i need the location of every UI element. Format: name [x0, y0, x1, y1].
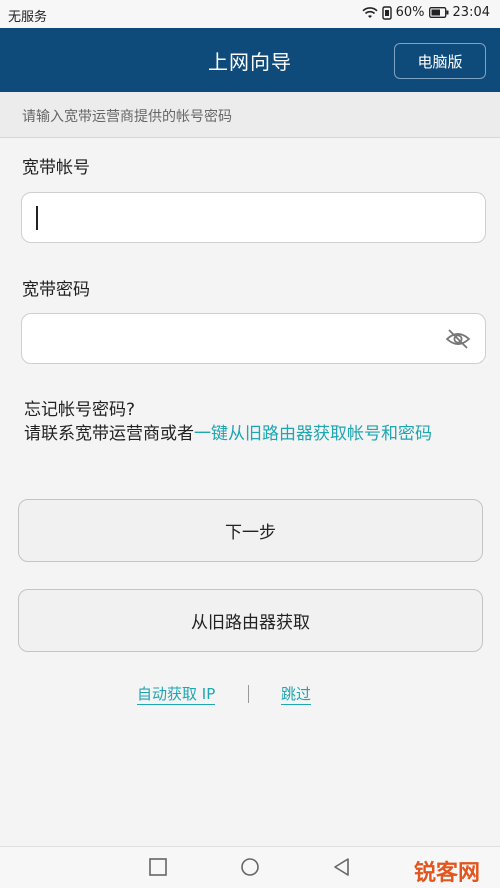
instruction-hint: 请输入宽带运营商提供的帐号密码	[0, 92, 500, 138]
recent-apps-icon[interactable]	[148, 857, 168, 877]
forgot-prefix: 请联系宽带运营商或者	[24, 424, 194, 444]
skip-link[interactable]: 跳过	[281, 683, 312, 705]
text-caret	[36, 206, 38, 230]
password-label: 宽带密码	[22, 280, 90, 300]
clock: 23:04	[452, 5, 490, 20]
password-field[interactable]	[21, 313, 486, 364]
back-icon[interactable]	[332, 857, 352, 877]
password-input[interactable]	[22, 314, 485, 363]
get-from-old-router-link[interactable]: 一键从旧路由器获取帐号和密码	[194, 424, 432, 444]
data-saver-icon	[381, 5, 392, 20]
status-icons: 60% 23:04	[362, 5, 490, 20]
next-step-button[interactable]: 下一步	[18, 499, 483, 562]
get-from-old-router-button[interactable]: 从旧路由器获取	[18, 589, 483, 652]
status-bar: 无服务 60% 23:04	[0, 0, 500, 28]
home-icon[interactable]	[240, 857, 260, 877]
auto-ip-link[interactable]: 自动获取 IP	[137, 683, 216, 705]
pc-version-button[interactable]: 电脑版	[394, 43, 486, 79]
link-divider	[248, 685, 249, 703]
battery-icon	[428, 7, 449, 18]
forgot-credentials-text: 忘记帐号密码? 请联系宽带运营商或者一键从旧路由器获取帐号和密码	[24, 398, 484, 446]
eye-hidden-icon[interactable]	[445, 327, 471, 351]
watermark-logo: 锐客网	[413, 861, 480, 886]
forgot-instruction: 请联系宽带运营商或者一键从旧路由器获取帐号和密码	[24, 422, 484, 446]
account-label: 宽带帐号	[22, 158, 90, 178]
forgot-title: 忘记帐号密码?	[24, 400, 136, 420]
wifi-icon	[362, 6, 378, 18]
header-bar: 上网向导 电脑版	[0, 28, 500, 92]
account-input[interactable]	[22, 193, 485, 242]
system-nav-bar: 锐客网	[0, 846, 500, 888]
account-field[interactable]	[21, 192, 486, 243]
battery-percent: 60%	[395, 5, 425, 20]
carrier-label: 无服务	[8, 10, 48, 25]
bottom-links: 自动获取 IP 跳过	[0, 683, 500, 707]
